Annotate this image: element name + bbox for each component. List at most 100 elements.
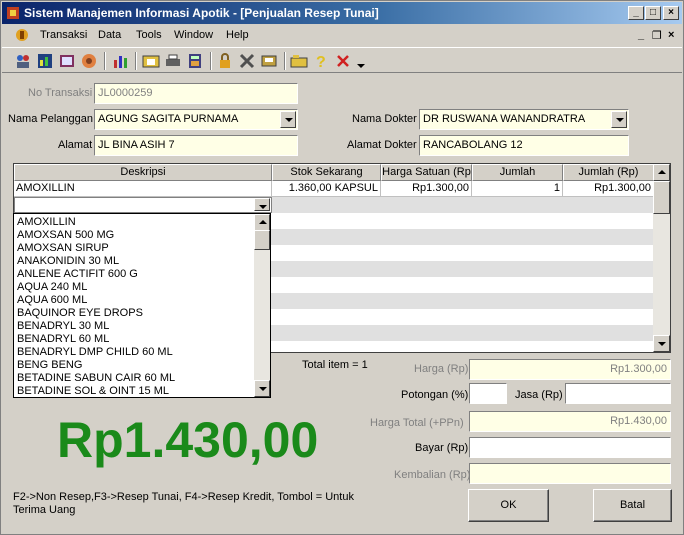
calculator-icon[interactable] [186,52,204,70]
hand-icon[interactable] [80,52,98,70]
bayar-field[interactable] [469,437,671,458]
list-item[interactable]: BETADINE SOL & OINT 15 ML [17,385,169,397]
cell-jumlah-rp[interactable]: Rp1.300,00 [563,181,654,197]
open-folder-icon[interactable] [290,52,308,70]
column-header-jumlah-rp[interactable]: Jumlah (Rp) [563,164,654,181]
kembalian-field [469,463,671,484]
jasa-field[interactable] [565,383,671,404]
report-icon[interactable] [58,52,76,70]
menu-transaksi[interactable]: Transaksi [40,29,87,41]
table-row[interactable]: AMOXILLIN 1.360,00 KAPSUL Rp1.300,00 1 R… [14,181,654,197]
nama-dokter-value: DR RUSWANA WANANDRATRA [423,113,586,125]
list-item[interactable]: AMOXSAN 500 MG [17,229,114,242]
column-header-deskripsi[interactable]: Deskripsi [14,164,272,181]
list-item[interactable]: BENADRYL 30 ML [17,320,109,333]
alamat-dokter-field[interactable]: RANCABOLANG 12 [419,135,629,156]
sales-form: No Transaksi JL0000259 Nama Pelanggan AG… [2,75,682,533]
list-item[interactable]: AQUA 600 ML [17,294,87,307]
toolbar: ? [2,47,682,73]
list-item[interactable]: BAQUINOR EYE DROPS [17,307,143,320]
backup-icon[interactable] [260,52,278,70]
scroll-up-button[interactable] [653,164,670,181]
list-item[interactable]: AMOXILLIN [17,216,76,229]
mdi-minimize-button[interactable]: _ [638,29,644,41]
nama-pelanggan-label: Nama Pelanggan [8,113,94,125]
table-row-editing[interactable] [14,197,654,213]
folder-icon[interactable] [142,52,160,70]
bar-chart-icon[interactable] [112,52,130,70]
menu-window[interactable]: Window [174,29,213,41]
potongan-field[interactable] [469,383,507,404]
list-item[interactable]: AQUA 240 ML [17,281,87,294]
toolbar-separator [210,52,212,70]
toolbar-separator [135,52,137,70]
column-header-stok[interactable]: Stok Sekarang [272,164,381,181]
chevron-down-icon[interactable] [611,111,627,128]
maximize-button[interactable]: □ [645,6,661,20]
cell-harga-satuan[interactable]: Rp1.300,00 [381,181,472,197]
close-button[interactable]: × [663,6,679,20]
harga-total-field: Rp1.430,00 [469,411,671,432]
menu-data[interactable]: Data [98,29,121,41]
grid-header: Deskripsi Stok Sekarang Harga Satuan (Rp… [14,164,654,181]
scroll-down-button[interactable] [254,380,270,397]
nama-dokter-combo[interactable]: DR RUSWANA WANANDRATRA [419,109,629,130]
chevron-down-icon[interactable] [280,111,296,128]
bayar-label: Bayar (Rp) [415,442,469,454]
list-item[interactable]: ANLENE ACTIFIT 600 G [17,268,138,281]
toolbar-separator [104,52,106,70]
list-item[interactable]: AMOXSAN SIRUP [17,242,109,255]
title-bar[interactable]: Sistem Manajemen Informasi Apotik - [Pen… [2,2,682,24]
tools-icon[interactable] [238,52,256,70]
list-item[interactable]: BENADRYL DMP CHILD 60 ML [17,346,173,359]
list-item[interactable]: BENG BENG [17,359,82,372]
column-header-jumlah[interactable]: Jumlah [472,164,563,181]
chevron-down-icon[interactable] [254,198,270,211]
window-title: Sistem Manajemen Informasi Apotik - [Pen… [24,6,379,20]
chart-icon[interactable] [36,52,54,70]
deskripsi-dropdown-list[interactable]: AMOXILLIN AMOXSAN 500 MG AMOXSAN SIRUP A… [13,213,271,398]
list-item[interactable]: BENADRYL 60 ML [17,333,109,346]
no-transaksi-field: JL0000259 [94,83,298,104]
scroll-down-button[interactable] [653,335,670,352]
users-icon[interactable] [14,52,32,70]
main-window: Sistem Manajemen Informasi Apotik - [Pen… [0,0,684,535]
printer-icon[interactable] [164,52,182,70]
column-header-harga-satuan[interactable]: Harga Satuan (Rp [381,164,472,181]
help-icon[interactable]: ? [312,52,330,70]
cell-stok[interactable]: 1.360,00 KAPSUL [272,181,381,197]
svg-text:?: ? [316,54,326,70]
list-item[interactable]: ANAKONIDIN 30 ML [17,255,119,268]
harga-field: Rp1.300,00 [469,359,671,380]
mdi-child-icon[interactable] [14,27,30,43]
lock-icon[interactable] [216,52,234,70]
nama-pelanggan-combo[interactable]: AGUNG SAGITA PURNAMA [94,109,298,130]
mdi-close-button[interactable]: × [668,29,674,41]
jasa-label: Jasa (Rp) [515,389,563,401]
kembalian-label: Kembalian (Rp) [394,469,471,481]
scroll-thumb[interactable] [254,230,270,250]
grid-scrollbar[interactable] [653,164,670,352]
dropdown-scrollbar[interactable] [254,214,270,397]
cell-deskripsi[interactable]: AMOXILLIN [14,181,272,197]
menu-tools[interactable]: Tools [136,29,162,41]
deskripsi-combo-editor[interactable] [14,197,272,213]
scroll-thumb[interactable] [653,181,670,214]
ok-button[interactable]: OK [468,489,549,522]
mdi-restore-button[interactable]: ❐ [652,29,662,42]
menu-help[interactable]: Help [226,29,249,41]
alamat-field[interactable]: JL BINA ASIH 7 [94,135,298,156]
alamat-dokter-label: Alamat Dokter [347,139,417,151]
batal-button[interactable]: Batal [593,489,672,522]
cell-jumlah[interactable]: 1 [472,181,563,197]
scroll-up-button[interactable] [254,214,270,231]
menu-bar: Transaksi Data Tools Window Help _ ❐ × [2,25,682,45]
potongan-label: Potongan (%) [401,389,469,401]
minimize-button[interactable]: _ [628,6,644,20]
toolbar-separator [284,52,286,70]
close-x-icon[interactable] [334,52,352,70]
more-arrow-icon[interactable] [352,52,370,70]
list-item[interactable]: BETADINE SABUN CAIR 60 ML [17,372,175,385]
nama-pelanggan-value: AGUNG SAGITA PURNAMA [98,113,239,125]
app-icon [7,7,19,19]
